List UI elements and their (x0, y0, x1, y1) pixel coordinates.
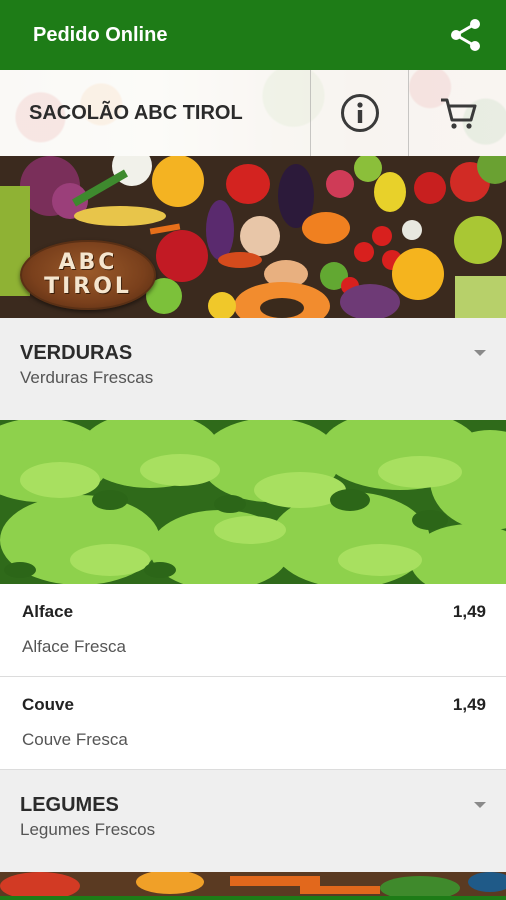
info-icon (340, 94, 379, 132)
product-item-couve[interactable]: Couve Couve Fresca 1,49 (0, 677, 506, 770)
product-description: Couve Fresca (22, 730, 128, 749)
app-title: Pedido Online (33, 23, 168, 46)
category-subtitle: Verduras Frescas (20, 368, 154, 387)
cart-button[interactable] (408, 70, 506, 156)
category-subtitle: Legumes Frescos (20, 820, 156, 839)
product-price: 1,49 (452, 602, 486, 621)
share-button[interactable] (446, 15, 486, 55)
lettuce-image (0, 420, 506, 584)
category-title: VERDURAS (20, 342, 133, 364)
product-price: 1,49 (452, 695, 486, 714)
store-logo: ABC TIROL (20, 240, 156, 310)
info-button[interactable] (310, 70, 408, 156)
logo-line-1: ABC (58, 250, 118, 275)
chevron-down-icon (474, 350, 486, 356)
chevron-down-icon (474, 802, 486, 808)
logo-line-2: TIROL (44, 274, 132, 299)
product-item-alface[interactable]: Alface Alface Fresca 1,49 (0, 584, 506, 677)
category-title: LEGUMES (20, 794, 119, 816)
share-icon (451, 19, 480, 51)
product-name: Alface (22, 602, 74, 621)
category-header-verduras[interactable]: VERDURAS Verduras Frescas (0, 318, 506, 420)
store-name: SACOLÃO ABC TIROL (0, 70, 310, 156)
product-description: Alface Fresca (22, 637, 126, 656)
category-header-legumes[interactable]: LEGUMES Legumes Frescos (0, 770, 506, 872)
app-bar: Pedido Online (0, 0, 506, 70)
product-name: Couve (22, 695, 74, 714)
store-header: SACOLÃO ABC TIROL (0, 70, 506, 156)
vegetables-strip-image (0, 872, 506, 900)
category-image-verduras (0, 420, 506, 584)
store-banner: ABC TIROL (0, 156, 506, 318)
category-image-legumes (0, 872, 506, 900)
cart-icon (440, 98, 476, 129)
